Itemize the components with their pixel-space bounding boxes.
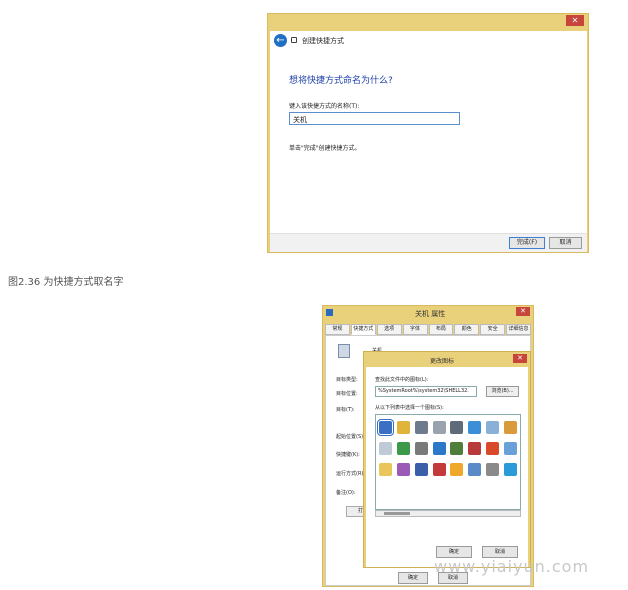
wizard-question: 想将快捷方式命名为什么? — [289, 76, 393, 86]
shell-icon[interactable] — [397, 463, 411, 476]
cancel-button[interactable]: 取消 — [549, 237, 582, 249]
properties-close-button[interactable]: ✕ — [516, 307, 530, 316]
properties-title: 关机 属性 — [415, 310, 446, 318]
shortcut-icon — [291, 37, 297, 43]
shell-icon[interactable] — [450, 442, 464, 455]
change-icon-dialog: 更改图标 ✕ 查找此文件中的图标(L): %SystemRoot%\system… — [363, 351, 531, 568]
tab-layout[interactable]: 布局 — [428, 324, 454, 335]
name-field-label: 键入该快捷方式的名称(T): — [289, 103, 360, 110]
shell-icon[interactable] — [414, 442, 428, 455]
finish-button[interactable]: 完成(F) — [509, 237, 545, 249]
shell-icon[interactable] — [432, 442, 446, 455]
icon-file-path-input[interactable]: %SystemRoot%\system32\SHELL32. — [375, 386, 477, 397]
tab-shortcut[interactable]: 快捷方式 — [350, 324, 376, 335]
properties-tabs: 常规 快捷方式 选项 字体 布局 颜色 安全 详细信息 — [325, 324, 531, 335]
shell-icon[interactable] — [397, 421, 411, 434]
tab-colors[interactable]: 颜色 — [454, 324, 480, 335]
shell-icon[interactable] — [468, 463, 482, 476]
properties-title-bar: 关机 属性 ✕ — [323, 306, 533, 320]
shell-icon[interactable] — [379, 442, 393, 455]
shell-icon[interactable] — [379, 463, 393, 476]
close-button[interactable]: ✕ — [566, 15, 584, 26]
watermark: www.yiaiyun.com — [434, 557, 590, 576]
field-target-location: 目标位置: — [336, 391, 358, 397]
shell-icon[interactable] — [503, 442, 517, 455]
shell-icon[interactable] — [468, 421, 482, 434]
shell-icon[interactable] — [485, 463, 499, 476]
shell-icon[interactable] — [485, 421, 499, 434]
finish-hint: 单击"完成"创建快捷方式。 — [289, 145, 361, 152]
shell-icon[interactable] — [414, 421, 428, 434]
shell-icon[interactable] — [432, 421, 446, 434]
field-start-in: 起始位置(S): — [336, 434, 365, 440]
field-target-type: 目标类型: — [336, 377, 358, 383]
tab-details[interactable]: 详细信息 — [506, 324, 531, 335]
create-shortcut-window: ✕ ← 创建快捷方式 想将快捷方式命名为什么? 键入该快捷方式的名称(T): 关… — [267, 13, 589, 253]
field-run: 运行方式(R): — [336, 471, 366, 477]
shell-icon[interactable] — [450, 463, 464, 476]
field-shortcut-key: 快捷键(K): — [336, 452, 360, 458]
shell-icon[interactable] — [377, 419, 395, 436]
tab-general[interactable]: 常规 — [325, 324, 350, 335]
app-icon — [326, 309, 333, 316]
shortcut-large-icon — [338, 344, 350, 358]
shell-icon[interactable] — [503, 421, 517, 434]
shortcut-name-input[interactable]: 关机 — [289, 112, 460, 125]
field-target: 目标(T): — [336, 407, 355, 413]
dialog-close-button[interactable]: ✕ — [513, 354, 527, 363]
properties-ok-button[interactable]: 确定 — [398, 572, 428, 584]
tab-security[interactable]: 安全 — [480, 324, 506, 335]
wizard-footer: 完成(F) 取消 — [270, 233, 587, 252]
shell-icon[interactable] — [503, 463, 517, 476]
shell-icon[interactable] — [414, 463, 428, 476]
shell-icon[interactable] — [485, 442, 499, 455]
icon-file-label: 查找此文件中的图标(L): — [375, 377, 429, 383]
icon-list[interactable] — [375, 414, 521, 510]
tab-font[interactable]: 字体 — [402, 324, 428, 335]
figure-caption: 图2.36 为快捷方式取名字 — [8, 277, 124, 288]
tab-options[interactable]: 选项 — [376, 324, 402, 335]
dialog-body: 查找此文件中的图标(L): %SystemRoot%\system32\SHEL… — [366, 367, 528, 567]
shell-icon[interactable] — [397, 442, 411, 455]
wizard-header: 创建快捷方式 — [302, 37, 344, 45]
shell-icon[interactable] — [468, 442, 482, 455]
title-bar: ✕ — [268, 14, 588, 30]
icon-list-scrollbar[interactable] — [375, 510, 521, 517]
browse-button[interactable]: 浏览(B)... — [486, 386, 519, 397]
wizard-body: ← 创建快捷方式 想将快捷方式命名为什么? 键入该快捷方式的名称(T): 关机 … — [270, 31, 587, 252]
back-arrow-icon[interactable]: ← — [274, 34, 287, 47]
shell-icon[interactable] — [450, 421, 464, 434]
icon-list-label: 从以下列表中选择一个图标(S): — [375, 405, 444, 411]
field-comment: 备注(O): — [336, 490, 356, 496]
dialog-title: 更改图标 — [430, 358, 455, 365]
shell-icon[interactable] — [432, 463, 446, 476]
